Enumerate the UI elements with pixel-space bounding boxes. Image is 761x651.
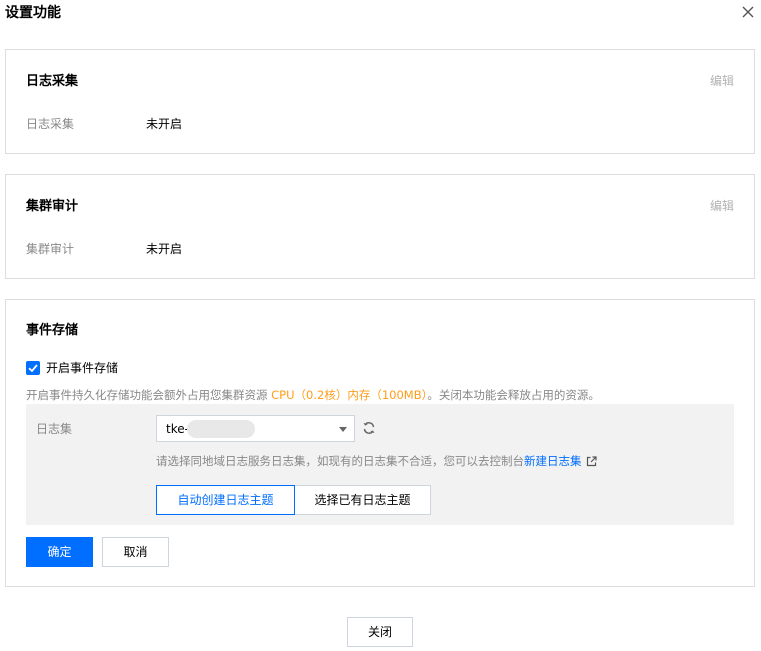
log-collection-label: 日志采集 — [26, 117, 75, 131]
logset-label: 日志集 — [36, 422, 73, 436]
enable-event-storage-checkbox[interactable] — [26, 361, 40, 375]
logset-value-redacted — [187, 420, 255, 438]
cluster-audit-edit-link[interactable]: 编辑 — [710, 198, 734, 214]
log-collection-card: 日志采集 编辑 日志采集 未开启 — [5, 49, 755, 154]
checkmark-icon — [28, 364, 38, 373]
event-storage-title: 事件存储 — [26, 323, 79, 338]
logset-panel: 日志集 tke- 请选择同地域日志服务日志集，如现有的日志集不合适，您可以去控制… — [26, 404, 734, 525]
caret-down-icon — [339, 427, 347, 432]
dialog-title: 设置功能 — [5, 5, 61, 21]
log-collection-title: 日志采集 — [26, 74, 79, 89]
logset-hint: 请选择同地域日志服务日志集，如现有的日志集不合适，您可以去控制台新建日志集 — [156, 453, 597, 471]
auto-create-topic-option[interactable]: 自动创建日志主题 — [156, 485, 295, 515]
description-memory: 内存（100MB） — [347, 388, 428, 402]
description-suffix: 。关闭本功能会释放占用的资源。 — [427, 388, 600, 402]
confirm-button[interactable]: 确定 — [26, 537, 93, 567]
cluster-audit-label: 集群审计 — [26, 242, 75, 256]
description-cpu: CPU（0.2核） — [271, 388, 348, 402]
cluster-audit-card: 集群审计 编辑 集群审计 未开启 — [5, 174, 755, 279]
cluster-audit-title: 集群审计 — [26, 199, 79, 214]
cluster-audit-status: 未开启 — [146, 242, 183, 256]
external-link-icon[interactable] — [586, 455, 597, 471]
enable-event-storage-label[interactable]: 开启事件存储 — [46, 360, 118, 376]
close-icon[interactable] — [740, 4, 756, 20]
select-existing-topic-option[interactable]: 选择已有日志主题 — [294, 485, 431, 515]
event-storage-card: 事件存储 开启事件存储 开启事件持久化存储功能会额外占用您集群资源 CPU（0.… — [5, 299, 755, 587]
refresh-icon[interactable] — [362, 421, 376, 435]
create-logset-link[interactable]: 新建日志集 — [524, 454, 582, 468]
cancel-button[interactable]: 取消 — [102, 537, 169, 567]
log-collection-status: 未开启 — [146, 117, 183, 131]
logset-select-value: tke- — [166, 422, 189, 436]
description-prefix: 开启事件持久化存储功能会额外占用您集群资源 — [26, 388, 272, 402]
log-collection-edit-link[interactable]: 编辑 — [710, 73, 734, 89]
event-storage-description: 开启事件持久化存储功能会额外占用您集群资源 CPU（0.2核）内存（100MB）… — [26, 387, 600, 403]
logset-hint-text: 请选择同地域日志服务日志集，如现有的日志集不合适，您可以去控制台 — [156, 454, 524, 468]
logset-select[interactable]: tke- — [156, 415, 355, 442]
close-dialog-button[interactable]: 关闭 — [347, 617, 413, 647]
